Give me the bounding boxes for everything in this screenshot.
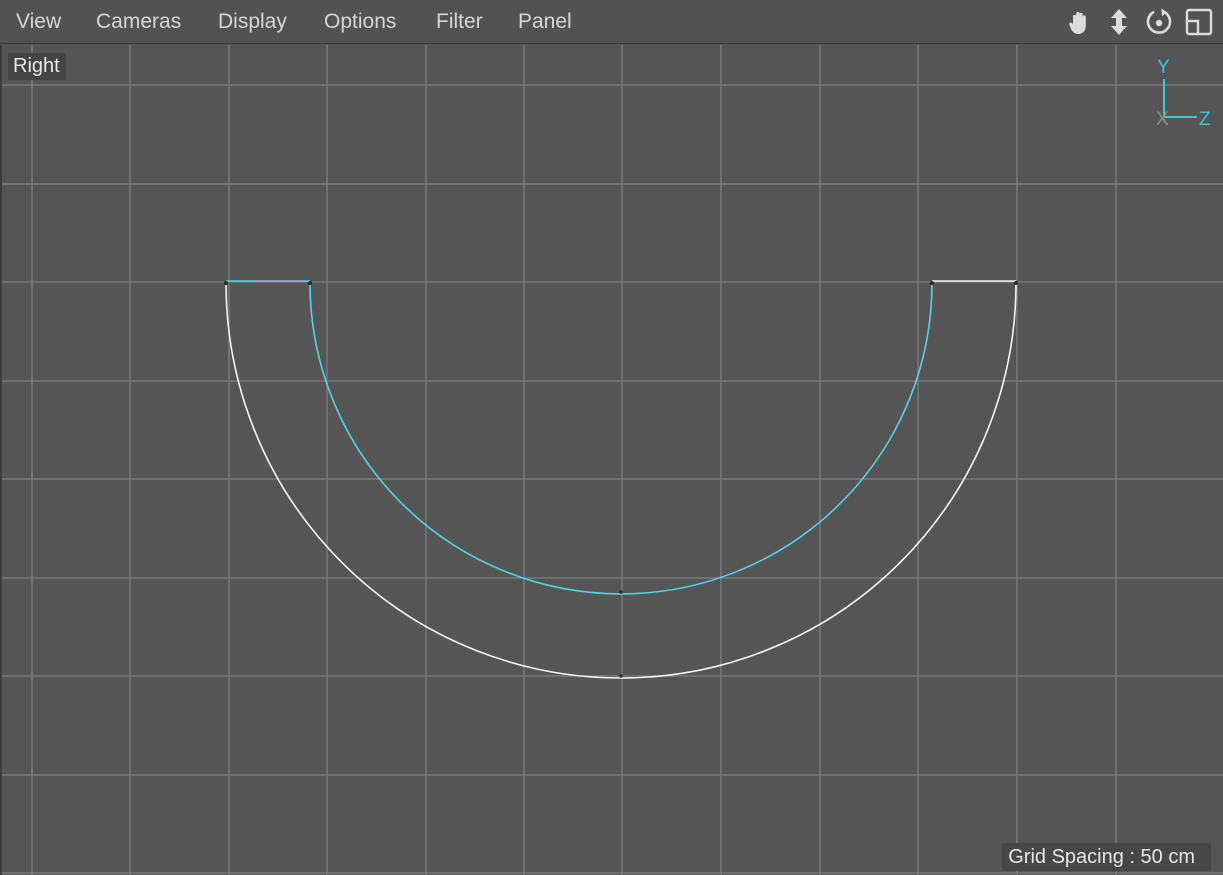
grid-spacing-readout: Grid Spacing : 50 cm [1002,843,1211,871]
menu-options[interactable]: Options [324,9,396,35]
axis-gizmo: Y Z X [1156,57,1211,130]
cinema4d-viewport-window: View Cameras Display Options Filter Pane… [0,0,1223,875]
menu-panel[interactable]: Panel [518,9,572,35]
axis-x-label: X [1156,109,1169,130]
axis-y-label: Y [1157,57,1170,78]
axis-z-label: Z [1199,109,1211,130]
orbit-icon[interactable] [1141,6,1177,38]
right-view-viewport[interactable]: Right Y Z X Grid Spacing : 50 cm [0,45,1223,875]
viewport-navigation-tools [1061,6,1217,38]
menu-display[interactable]: Display [218,9,287,35]
viewport-canvas [2,45,1223,875]
menu-view[interactable]: View [16,9,61,35]
menu-cameras[interactable]: Cameras [96,9,181,35]
viewport-grid [2,45,1223,875]
move-arrows-icon[interactable] [1101,6,1137,38]
view-name-label[interactable]: Right [8,53,66,80]
menu-filter[interactable]: Filter [436,9,483,35]
hand-pan-icon[interactable] [1061,6,1097,38]
viewport-menubar: View Cameras Display Options Filter Pane… [0,0,1223,44]
panel-layout-icon[interactable] [1181,6,1217,38]
spline-inner-arc [309,282,933,595]
spline-outer-arc [225,282,1017,679]
